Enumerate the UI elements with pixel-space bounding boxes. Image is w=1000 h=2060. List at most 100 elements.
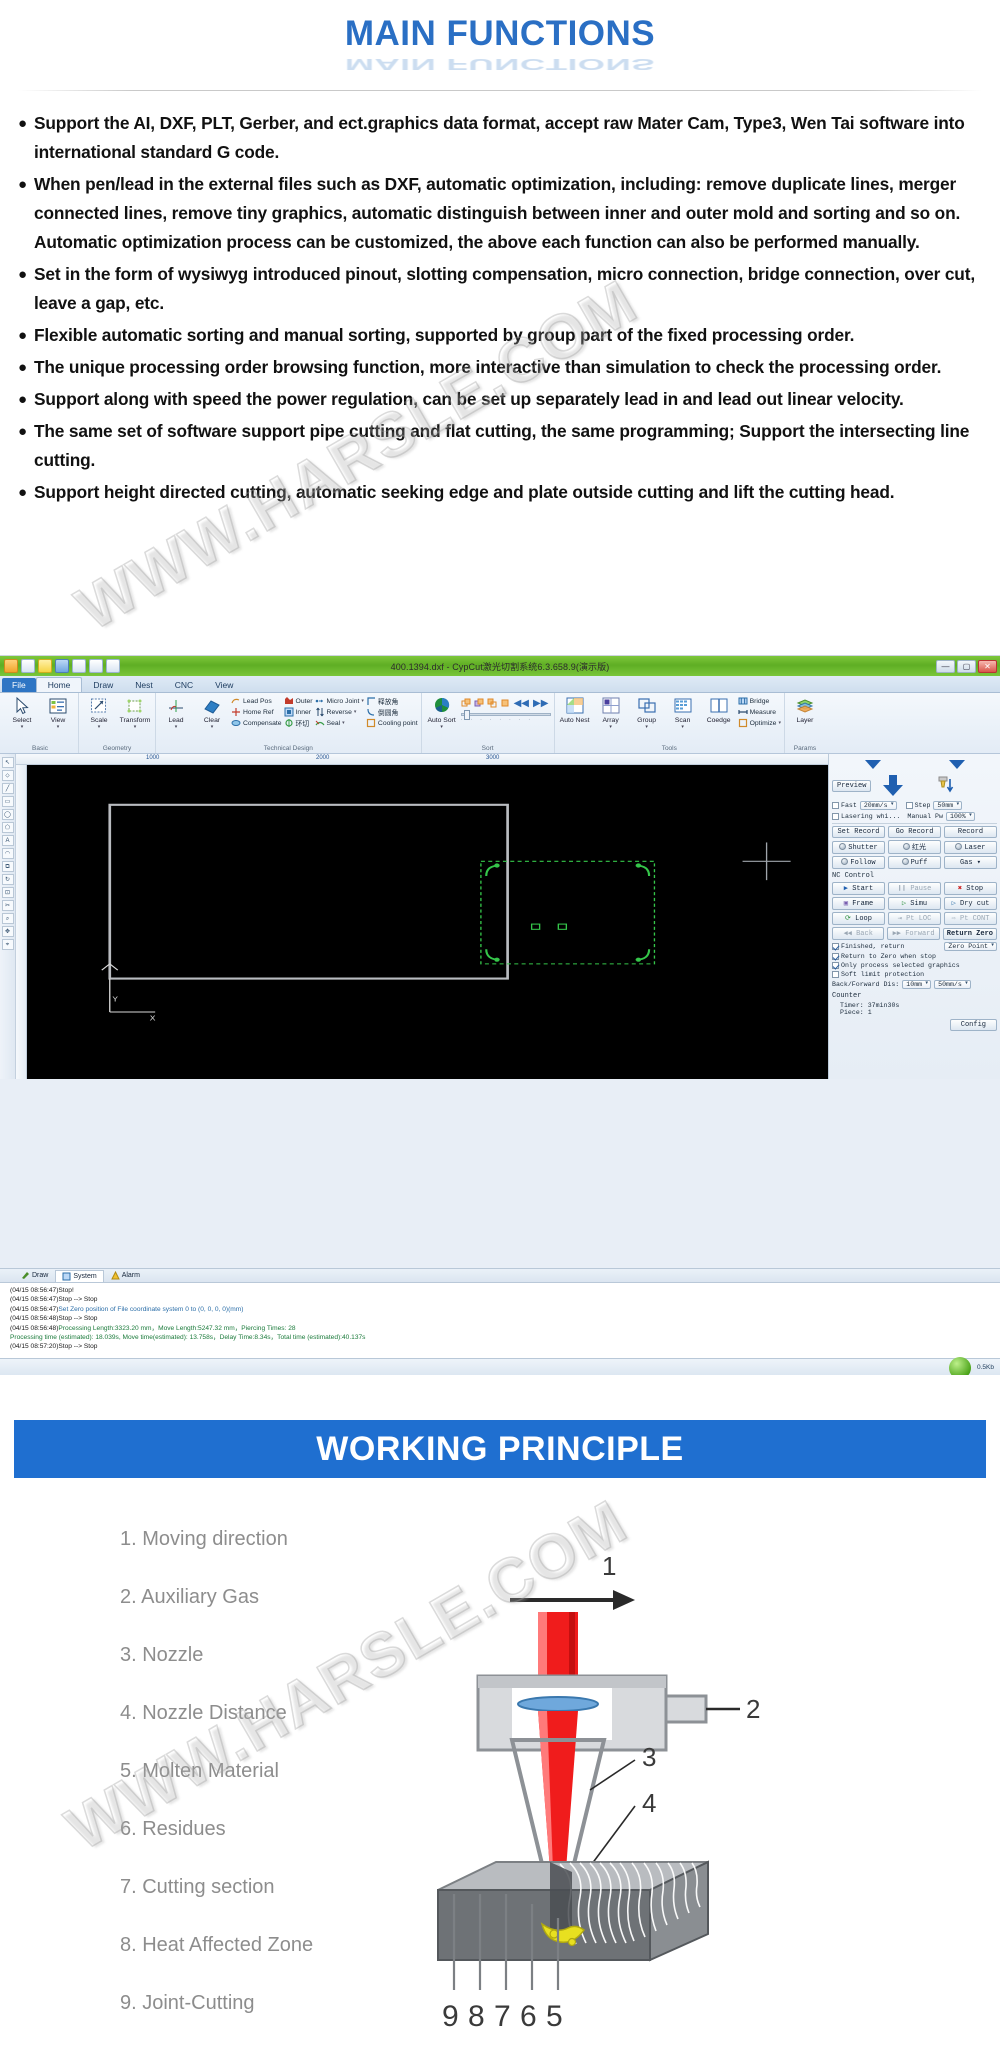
chevron-down-icon[interactable]: ▾	[361, 698, 364, 704]
control-panel[interactable]: Params Preview Fast 20mm/s Step 50mm Las…	[828, 754, 1000, 1079]
tool-rect-icon[interactable]: ▭	[1, 796, 14, 807]
io-row-2[interactable]: Follow Puff Gas ▾	[832, 856, 997, 869]
coedge-button[interactable]: Coedge	[702, 694, 736, 725]
sort-speed-slider[interactable]: · · · · · · · ·	[460, 709, 551, 723]
tab-draw[interactable]: Draw	[82, 678, 124, 692]
sort-back-icon[interactable]	[500, 698, 511, 709]
nc-row-4[interactable]: ◀◀ Back ▶▶ Forward Return Zero	[832, 927, 997, 940]
tool-arc-icon[interactable]: ◠	[1, 848, 14, 859]
chevron-down-icon[interactable]: ▾	[609, 724, 612, 729]
io-row-1[interactable]: Shutter 红光 Laser	[832, 840, 997, 854]
chevron-down-icon[interactable]: ▾	[681, 724, 684, 729]
array-button[interactable]: Array ▾	[594, 694, 628, 729]
ribbon-toolbar[interactable]: Select ▾ View ▾ Basic Scale ▾ Transform …	[0, 693, 1000, 754]
tool-text-icon[interactable]: A	[1, 835, 14, 846]
zero-point-select[interactable]: Zero Point	[944, 942, 997, 951]
optimize-button[interactable]: Optimize ▾	[738, 718, 781, 728]
set-record-button[interactable]: Set Record	[832, 826, 885, 838]
loop-button[interactable]: ⟳ Loop	[832, 912, 885, 925]
record-dropdown-button[interactable]: Record	[944, 826, 997, 838]
scan-button[interactable]: Scan ▾	[666, 694, 700, 729]
start-button[interactable]: ▶ Start	[832, 882, 885, 895]
compensate-button[interactable]: Compensate	[231, 718, 282, 728]
sort-next-button[interactable]: ▶▶	[532, 698, 549, 709]
fast-checkbox[interactable]: Fast	[832, 802, 857, 809]
pt-loc-button[interactable]: ⇥ Pt LOC	[888, 912, 941, 925]
tool-zoom-icon[interactable]: ⌕	[1, 913, 14, 924]
close-button[interactable]: ✕	[978, 659, 997, 673]
lasering-checkbox[interactable]: Lasering whi...	[832, 813, 900, 820]
frame-button[interactable]: ▣ Frame	[832, 897, 885, 910]
chevron-down-icon[interactable]: ▾	[57, 724, 60, 729]
tool-rotate-icon[interactable]: ↻	[1, 874, 14, 885]
tab-home[interactable]: Home	[35, 677, 83, 692]
chevron-down-icon[interactable]: ▾	[21, 724, 24, 729]
checkbox-box[interactable]	[832, 971, 839, 978]
tool-pointer-icon[interactable]: ↖	[1, 757, 14, 768]
minimize-button[interactable]: —	[936, 659, 955, 673]
sort-backward-icon[interactable]	[474, 698, 485, 709]
select-button[interactable]: Select ▾	[5, 694, 39, 729]
outer-button[interactable]: Outer	[284, 696, 313, 706]
follow-down-icon[interactable]	[933, 774, 957, 798]
stop-button[interactable]: ✖ Stop	[944, 882, 997, 895]
tab-nest[interactable]: Nest	[124, 678, 163, 692]
cooling-point-button[interactable]: Cooling point	[366, 718, 418, 728]
sort-front-icon[interactable]	[487, 698, 498, 709]
gas-select[interactable]: Gas ▾	[944, 856, 997, 869]
checkbox-box[interactable]	[832, 943, 839, 950]
step-size-select[interactable]: 50mm	[933, 801, 963, 810]
puff-button[interactable]: Puff	[888, 856, 941, 869]
tool-mirror-icon[interactable]: ⧉	[1, 861, 14, 872]
seal-button[interactable]: Seal ▾	[315, 718, 364, 728]
chevron-down-icon[interactable]: ▾	[778, 720, 781, 726]
transform-button[interactable]: Transform ▾	[118, 694, 152, 729]
chevron-down-icon[interactable]: ▾	[98, 724, 101, 729]
sort-prev-button[interactable]: ◀◀	[513, 698, 530, 709]
maximize-button[interactable]: ▢	[957, 659, 976, 673]
ring-cut-button[interactable]: 环切	[284, 718, 313, 728]
fillet-button[interactable]: 倒圆角	[366, 707, 418, 717]
laser-button[interactable]: Laser	[944, 840, 997, 854]
sort-forward-icon[interactable]	[461, 698, 472, 709]
tool-trim-icon[interactable]: ✂	[1, 900, 14, 911]
back-button[interactable]: ◀◀ Back	[832, 927, 885, 940]
return-zero-button[interactable]: Return Zero	[942, 927, 997, 940]
soft-limit-checkbox[interactable]: Soft limit protection	[832, 971, 924, 978]
measure-button[interactable]: Measure	[738, 707, 781, 717]
jog-up-left-icon[interactable]	[862, 758, 884, 771]
preview-button[interactable]: Preview	[832, 780, 872, 792]
go-record-button[interactable]: Go Record	[888, 826, 941, 838]
jog-up-right-icon[interactable]	[946, 758, 968, 771]
log-tab-draw[interactable]: Draw	[14, 1269, 55, 1282]
reverse-button[interactable]: Reverse ▾	[315, 707, 364, 717]
chevron-down-icon[interactable]: ▾	[440, 724, 443, 729]
checkbox-box[interactable]	[832, 962, 839, 969]
nc-row-3[interactable]: ⟳ Loop ⇥ Pt LOC ⇨ Pt CONT	[832, 912, 997, 925]
back-forward-dist-select[interactable]: 10mm	[902, 980, 932, 989]
log-tab-system[interactable]: System	[55, 1270, 104, 1282]
chevron-down-icon[interactable]: ▾	[134, 724, 137, 729]
forward-button[interactable]: ▶▶ Forward	[887, 927, 940, 940]
shutter-button[interactable]: Shutter	[832, 840, 885, 854]
tool-node-icon[interactable]: ⬦	[1, 770, 14, 781]
drawing-canvas[interactable]: Y X	[27, 765, 828, 1079]
config-button[interactable]: Config	[949, 1019, 997, 1031]
tool-offset-icon[interactable]: ⊡	[1, 887, 14, 898]
tab-cnc[interactable]: CNC	[164, 678, 204, 692]
return-zero-stop-checkbox[interactable]: Return to Zero when stop	[832, 953, 936, 960]
record-row[interactable]: Set Record Go Record Record	[832, 826, 997, 838]
checkbox-box[interactable]	[832, 953, 839, 960]
finished-return-checkbox[interactable]: Finished, return	[832, 943, 904, 950]
simu-button[interactable]: ▷ Simu	[888, 897, 941, 910]
release-corner-button[interactable]: 释放角	[366, 696, 418, 706]
micro-joint-button[interactable]: Micro Joint ▾	[315, 696, 364, 706]
auto-sort-button[interactable]: Auto Sort ▾	[425, 694, 459, 729]
ribbon-tabbar[interactable]: File Home Draw Nest CNC View	[0, 676, 1000, 693]
step-checkbox[interactable]: Step	[905, 802, 930, 809]
left-vertical-toolbar[interactable]: ↖ ⬦ ╱ ▭ ◯ ⬠ A ◠ ⧉ ↻ ⊡ ✂ ⌕ ✥ ⌖	[0, 754, 16, 1079]
dry-cut-button[interactable]: ▷ Dry cut	[944, 897, 997, 910]
chevron-down-icon[interactable]: ▾	[354, 709, 357, 715]
home-ref-button[interactable]: Home Ref	[231, 707, 282, 717]
checkbox-box[interactable]	[832, 802, 839, 809]
